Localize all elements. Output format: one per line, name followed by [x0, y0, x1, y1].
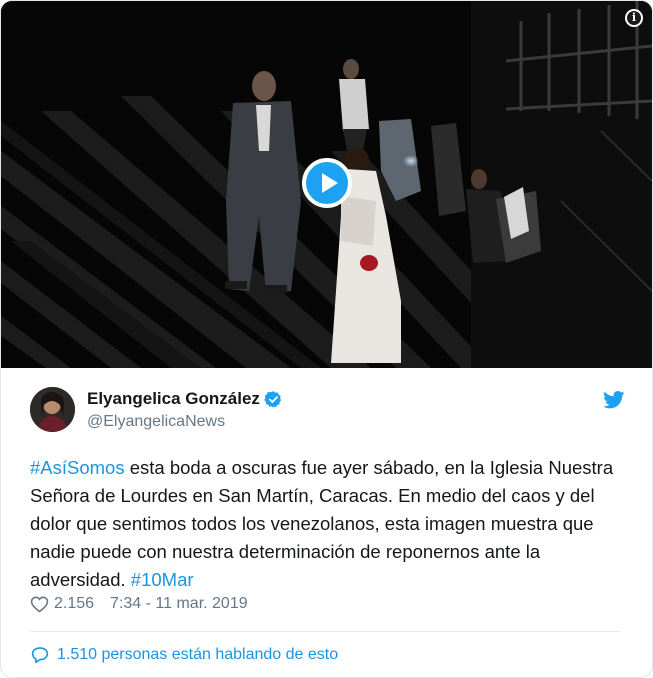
conversation-link[interactable]: 1.510 personas están hablando de esto [30, 646, 338, 664]
video-player[interactable]: i [1, 1, 652, 368]
info-icon[interactable]: i [625, 9, 643, 27]
like-count[interactable]: 2.156 [54, 595, 94, 613]
hashtag-link[interactable]: #AsíSomos [30, 457, 125, 478]
avatar[interactable] [30, 387, 75, 432]
heart-icon[interactable] [30, 595, 49, 613]
tweet-header: Elyangelica González @ElyangelicaNews [30, 387, 630, 437]
conversation-label[interactable]: 1.510 personas están hablando de esto [57, 646, 338, 664]
timestamp[interactable]: 7:34 - 11 mar. 2019 [110, 595, 248, 613]
display-name[interactable]: Elyangelica González [87, 389, 260, 409]
verified-badge-icon [264, 390, 282, 408]
handle[interactable]: @ElyangelicaNews [87, 413, 225, 431]
divider [30, 631, 620, 632]
tweet-card: i Elyangelica González @ElyangelicaNews [0, 0, 653, 678]
name-row[interactable]: Elyangelica González [87, 389, 283, 409]
comment-bubble-icon [31, 647, 49, 664]
play-button[interactable] [302, 158, 352, 208]
play-icon [321, 173, 338, 193]
avatar-image [30, 387, 75, 432]
tweet-meta: 2.156 7:34 - 11 mar. 2019 [30, 595, 248, 613]
tweet-text: #AsíSomos esta boda a oscuras fue ayer s… [30, 454, 630, 594]
twitter-bird-icon[interactable] [603, 391, 625, 409]
hashtag-link[interactable]: #10Mar [131, 569, 194, 590]
